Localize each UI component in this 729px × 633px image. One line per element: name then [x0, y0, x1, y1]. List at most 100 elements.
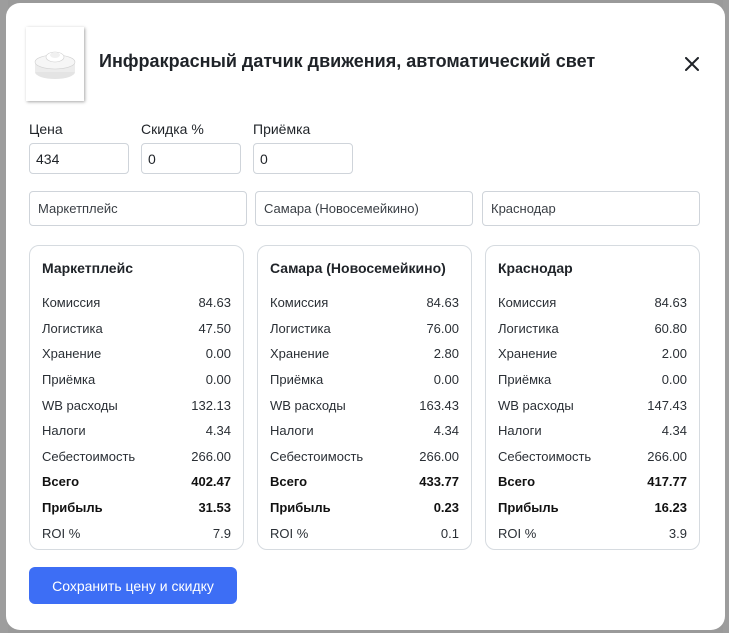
row-storage: Хранение 2.00 [498, 341, 687, 367]
row-commission: Комиссия 84.63 [42, 290, 231, 316]
row-value: 3.9 [668, 525, 687, 541]
save-price-button[interactable]: Сохранить цену и скидку [29, 567, 237, 604]
discount-field-group: Скидка % [141, 121, 241, 174]
row-cost: Себестоимость 266.00 [498, 444, 687, 470]
row-logistics: Логистика 60.80 [498, 316, 687, 342]
row-label: Хранение [42, 346, 102, 362]
row-value: 266.00 [191, 448, 231, 464]
row-acceptance: Приёмка 0.00 [498, 367, 687, 393]
row-label: Комиссия [270, 295, 329, 311]
row-label: Всего [42, 474, 80, 490]
row-label: Приёмка [42, 372, 96, 388]
row-commission: Комиссия 84.63 [270, 290, 459, 316]
row-value: 4.34 [433, 423, 459, 439]
row-value: 84.63 [654, 295, 687, 311]
row-value: 4.34 [205, 423, 231, 439]
price-field-group: Цена [29, 121, 129, 174]
row-taxes: Налоги 4.34 [498, 418, 687, 444]
warehouse-selectors [29, 191, 709, 227]
pricing-fields: Цена Скидка % Приёмка [29, 121, 709, 177]
row-profit: Прибыль 31.53 [42, 495, 231, 521]
row-label: Прибыль [270, 500, 331, 516]
row-label: WB расходы [270, 397, 346, 413]
price-modal: Инфракрасный датчик движения, автоматиче… [6, 3, 725, 630]
row-label: Логистика [42, 320, 103, 336]
row-cost: Себестоимость 266.00 [42, 444, 231, 470]
row-label: WB расходы [498, 397, 574, 413]
row-acceptance: Приёмка 0.00 [42, 367, 231, 393]
row-roi: ROI % 7.9 [42, 520, 231, 546]
row-label: Налоги [42, 423, 86, 439]
row-value: 163.43 [419, 397, 459, 413]
row-profit: Прибыль 16.23 [498, 495, 687, 521]
calc-card-samara: Самара (Новосемейкино) Комиссия 84.63 Лог… [257, 245, 472, 550]
row-label: Всего [498, 474, 536, 490]
modal-header: Инфракрасный датчик движения, автоматиче… [26, 27, 705, 105]
row-commission: Комиссия 84.63 [498, 290, 687, 316]
close-icon [685, 57, 699, 71]
acceptance-field-group: Приёмка [253, 121, 353, 174]
row-wb-expenses: WB расходы 147.43 [498, 392, 687, 418]
card-title: Самара (Новосемейкино) [270, 260, 446, 276]
row-label: Себестоимость [270, 448, 364, 464]
row-label: Хранение [498, 346, 558, 362]
warehouse-input-3[interactable] [482, 191, 700, 226]
row-profit: Прибыль 0.23 [270, 495, 459, 521]
row-logistics: Логистика 47.50 [42, 316, 231, 342]
row-logistics: Логистика 76.00 [270, 316, 459, 342]
row-label: Комиссия [498, 295, 557, 311]
calc-card-krasnodar: Краснодар Комиссия 84.63 Логистика 60.80 Х… [485, 245, 700, 550]
row-value: 0.1 [440, 525, 459, 541]
row-value: 266.00 [647, 448, 687, 464]
discount-input[interactable] [141, 143, 241, 174]
price-input[interactable] [29, 143, 129, 174]
row-roi: ROI % 3.9 [498, 520, 687, 546]
row-label: ROI % [270, 525, 309, 541]
row-value: 31.53 [198, 500, 231, 516]
row-value: 402.47 [191, 474, 231, 490]
row-roi: ROI % 0.1 [270, 520, 459, 546]
row-label: Логистика [270, 320, 331, 336]
row-value: 266.00 [419, 448, 459, 464]
motion-sensor-icon [34, 51, 76, 79]
row-label: Прибыль [42, 500, 103, 516]
row-value: 76.00 [426, 320, 459, 336]
row-value: 2.00 [661, 346, 687, 362]
card-title: Краснодар [498, 260, 573, 276]
card-title: Маркетплейс [42, 260, 133, 276]
row-storage: Хранение 2.80 [270, 341, 459, 367]
row-label: Прибыль [498, 500, 559, 516]
row-label: Себестоимость [498, 448, 592, 464]
product-thumbnail [26, 27, 84, 101]
close-button[interactable] [681, 53, 703, 75]
row-label: Приёмка [270, 372, 324, 388]
warehouse-input-2[interactable] [255, 191, 473, 226]
row-label: Себестоимость [42, 448, 136, 464]
row-wb-expenses: WB расходы 163.43 [270, 392, 459, 418]
row-value: 0.00 [433, 372, 459, 388]
row-value: 7.9 [212, 525, 231, 541]
row-label: ROI % [498, 525, 537, 541]
row-label: Хранение [270, 346, 330, 362]
row-taxes: Налоги 4.34 [270, 418, 459, 444]
row-storage: Хранение 0.00 [42, 341, 231, 367]
row-total: Всего 417.77 [498, 469, 687, 495]
row-label: Приёмка [498, 372, 552, 388]
row-value: 16.23 [654, 500, 687, 516]
row-value: 132.13 [191, 397, 231, 413]
warehouse-input-1[interactable] [29, 191, 247, 226]
row-total: Всего 433.77 [270, 469, 459, 495]
row-value: 417.77 [647, 474, 687, 490]
discount-label: Скидка % [141, 121, 204, 137]
acceptance-input[interactable] [253, 143, 353, 174]
row-label: ROI % [42, 525, 81, 541]
row-value: 2.80 [433, 346, 459, 362]
row-value: 60.80 [654, 320, 687, 336]
row-label: Логистика [498, 320, 559, 336]
row-cost: Себестоимость 266.00 [270, 444, 459, 470]
row-value: 4.34 [661, 423, 687, 439]
row-label: Налоги [498, 423, 542, 439]
row-value: 84.63 [198, 295, 231, 311]
row-total: Всего 402.47 [42, 469, 231, 495]
row-value: 0.00 [205, 372, 231, 388]
